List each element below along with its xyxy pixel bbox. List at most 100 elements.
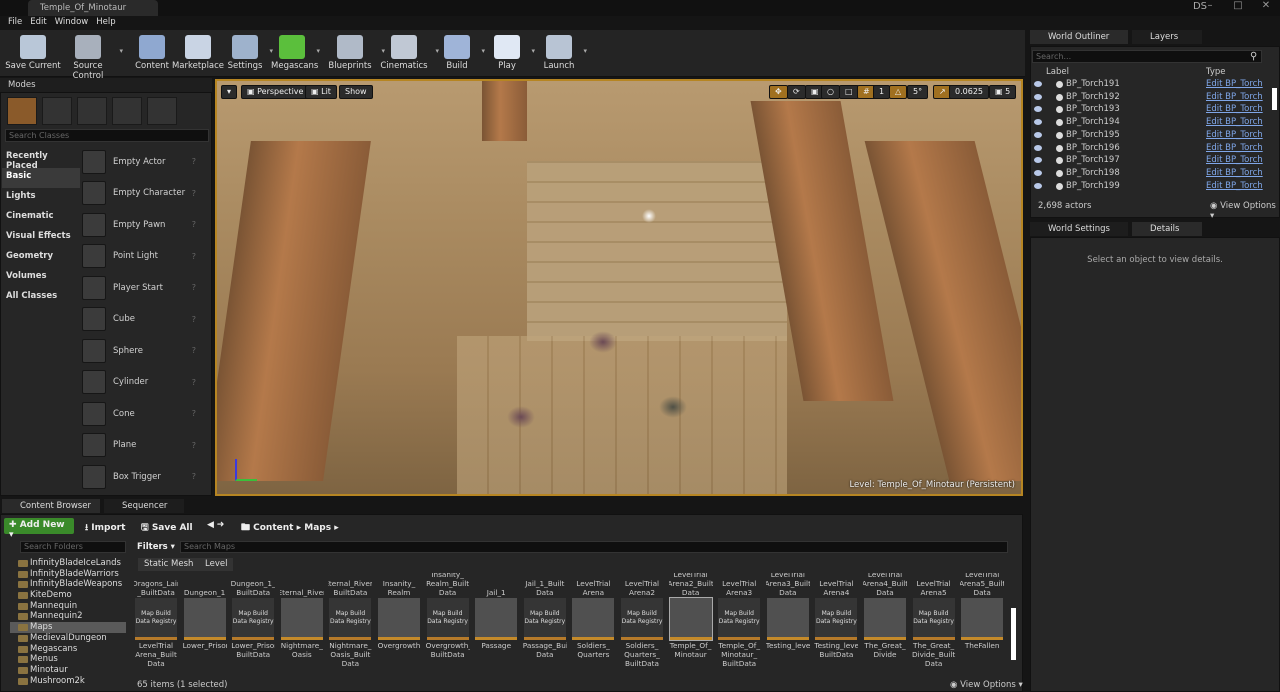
outliner-search-input[interactable]: Search...: [1032, 50, 1262, 63]
category-all-classes[interactable]: All Classes: [2, 288, 80, 308]
category-cinematic[interactable]: Cinematic: [2, 208, 80, 228]
edit-blueprint-link[interactable]: Edit BP_Torch: [1206, 181, 1263, 191]
minotaur-actor[interactable]: [589, 331, 617, 353]
marketplace-button[interactable]: Marketplace: [170, 31, 226, 75]
tab-world-outliner[interactable]: World Outliner: [1030, 30, 1128, 44]
add-new-button[interactable]: ✚ Add New ▾: [4, 518, 74, 540]
category-geometry[interactable]: Geometry: [2, 248, 80, 268]
angle-snap-icon[interactable]: △: [889, 85, 908, 99]
asset-tile[interactable]: LevelTrial Arena4 Map Build Data Registry…: [814, 573, 858, 677]
visibility-icon[interactable]: [1034, 93, 1042, 100]
asset-tile[interactable]: Eternal_River Nightmare_ Oasis: [280, 573, 324, 677]
class-item[interactable]: Cone?: [82, 398, 202, 430]
chevron-down-icon[interactable]: ▾: [583, 47, 587, 55]
geometry-mode-icon[interactable]: [147, 97, 177, 125]
menu-help[interactable]: Help: [92, 16, 119, 29]
tab-content-browser[interactable]: Content Browser: [2, 499, 100, 513]
megascans-button[interactable]: Megascans ▾: [271, 31, 320, 75]
class-search-input[interactable]: Search Classes: [5, 129, 209, 142]
category-recently-placed[interactable]: Recently Placed: [2, 148, 80, 171]
asset-tile[interactable]: Jail_1_Built Data Map Build Data Registry…: [523, 573, 567, 677]
lit-button[interactable]: ▣ Lit: [305, 85, 337, 99]
help-icon[interactable]: ?: [192, 189, 196, 198]
column-type[interactable]: Type: [1206, 67, 1226, 77]
asset-tile[interactable]: LevelTrial Arena3_Built Data Testing_leve…: [766, 573, 810, 677]
content-button[interactable]: Content: [131, 31, 173, 75]
asset-tile[interactable]: Insanity_ Realm_Built Data Map Build Data…: [426, 573, 470, 677]
outliner-row[interactable]: BP_Torch196 Edit BP_Torch: [1032, 143, 1264, 156]
filter-level[interactable]: Level: [199, 558, 234, 571]
foliage-mode-icon[interactable]: [112, 97, 142, 125]
folder-item[interactable]: InfinityBladeIceLands: [10, 558, 126, 569]
menu-edit[interactable]: Edit: [26, 16, 50, 29]
surface-snap-icon[interactable]: □: [839, 85, 859, 99]
outliner-row[interactable]: BP_Torch198 Edit BP_Torch: [1032, 168, 1264, 181]
outliner-row[interactable]: BP_Torch194 Edit BP_Torch: [1032, 117, 1264, 130]
show-button[interactable]: Show: [339, 85, 373, 99]
visibility-icon[interactable]: [1034, 106, 1042, 113]
class-item[interactable]: Cylinder?: [82, 367, 202, 399]
breadcrumb-maps[interactable]: Maps: [304, 523, 331, 533]
asset-scrollbar[interactable]: [1011, 608, 1016, 660]
outliner-row[interactable]: BP_Torch199 Edit BP_Torch: [1032, 181, 1264, 194]
help-icon[interactable]: ?: [192, 409, 196, 418]
chevron-down-icon[interactable]: ▾: [316, 47, 320, 55]
asset-tile[interactable]: Jail_1 Passage: [474, 573, 518, 677]
asset-tile[interactable]: Insanity_ Realm Overgrowth: [377, 573, 421, 677]
blueprints-button[interactable]: Blueprints ▾: [322, 31, 385, 75]
visibility-icon[interactable]: [1034, 169, 1042, 176]
launch-button[interactable]: Launch ▾: [538, 31, 587, 75]
scale-value[interactable]: 0.0625: [949, 85, 989, 99]
cinematics-button[interactable]: Cinematics ▾: [376, 31, 439, 75]
save-current-button[interactable]: Save Current: [5, 31, 61, 75]
category-basic[interactable]: Basic: [2, 168, 80, 188]
place-mode-icon[interactable]: [7, 97, 37, 125]
class-item[interactable]: Player Start?: [82, 272, 202, 304]
edit-blueprint-link[interactable]: Edit BP_Torch: [1206, 168, 1263, 178]
import-button[interactable]: ⭳ Import: [80, 518, 130, 534]
folder-item[interactable]: MedievalDungeon: [10, 633, 126, 644]
help-icon[interactable]: ?: [192, 283, 196, 292]
tab-sequencer[interactable]: Sequencer: [104, 499, 184, 513]
outliner-row[interactable]: BP_Torch193 Edit BP_Torch: [1032, 104, 1264, 117]
breadcrumb-content[interactable]: Content: [253, 523, 293, 533]
build-button[interactable]: Build ▾: [436, 31, 485, 75]
menu-window[interactable]: Window: [51, 16, 93, 29]
help-icon[interactable]: ?: [192, 220, 196, 229]
asset-tile[interactable]: Eternal_River_ BuiltDataMap Build Data R…: [328, 573, 372, 677]
class-item[interactable]: Box Trigger?: [82, 461, 202, 493]
help-icon[interactable]: ?: [192, 378, 196, 387]
folder-search-input[interactable]: Search Folders: [20, 541, 126, 553]
visibility-icon[interactable]: [1034, 182, 1042, 189]
outliner-row[interactable]: BP_Torch195 Edit BP_Torch: [1032, 130, 1264, 143]
level-viewport[interactable]: ▾ ▣ Perspective ▣ Lit Show ✥ ⟳ ▣ ○ □ # 1…: [215, 79, 1023, 496]
filters-button[interactable]: Filters ▾: [137, 542, 175, 552]
world-space-icon[interactable]: ○: [821, 85, 840, 99]
asset-tile[interactable]: Dungeon_1 Lower_Prison: [183, 573, 227, 677]
asset-search-input[interactable]: Search Maps: [180, 541, 1008, 553]
edit-blueprint-link[interactable]: Edit BP_Torch: [1206, 79, 1263, 89]
paint-mode-icon[interactable]: [42, 97, 72, 125]
tab-layers[interactable]: Layers: [1132, 30, 1202, 44]
class-item[interactable]: Empty Pawn?: [82, 209, 202, 241]
visibility-icon[interactable]: [1034, 81, 1042, 87]
minotaur-actor[interactable]: [659, 396, 687, 418]
help-icon[interactable]: ?: [192, 157, 196, 166]
nav-back-forward[interactable]: ◀ ➜: [202, 518, 229, 534]
category-volumes[interactable]: Volumes: [2, 268, 80, 288]
folder-item[interactable]: KiteDemo: [10, 590, 126, 601]
folder-item[interactable]: Maps: [10, 622, 126, 633]
outliner-row[interactable]: BP_Torch191 Edit BP_Torch: [1032, 79, 1264, 92]
folder-item[interactable]: InfinityBladeWeapons: [10, 579, 126, 590]
minimize-icon[interactable]: –: [1196, 0, 1224, 16]
edit-blueprint-link[interactable]: Edit BP_Torch: [1206, 130, 1263, 140]
edit-blueprint-link[interactable]: Edit BP_Torch: [1206, 155, 1263, 165]
outliner-scrollbar[interactable]: [1272, 88, 1277, 110]
angle-value[interactable]: 5°: [907, 85, 929, 99]
edit-blueprint-link[interactable]: Edit BP_Torch: [1206, 117, 1263, 127]
visibility-icon[interactable]: [1034, 144, 1042, 151]
category-lights[interactable]: Lights: [2, 188, 80, 208]
save-all-button[interactable]: 🖫 Save All: [136, 518, 198, 534]
chevron-down-icon[interactable]: ▾: [119, 47, 123, 55]
chevron-down-icon[interactable]: ▾: [531, 47, 535, 55]
